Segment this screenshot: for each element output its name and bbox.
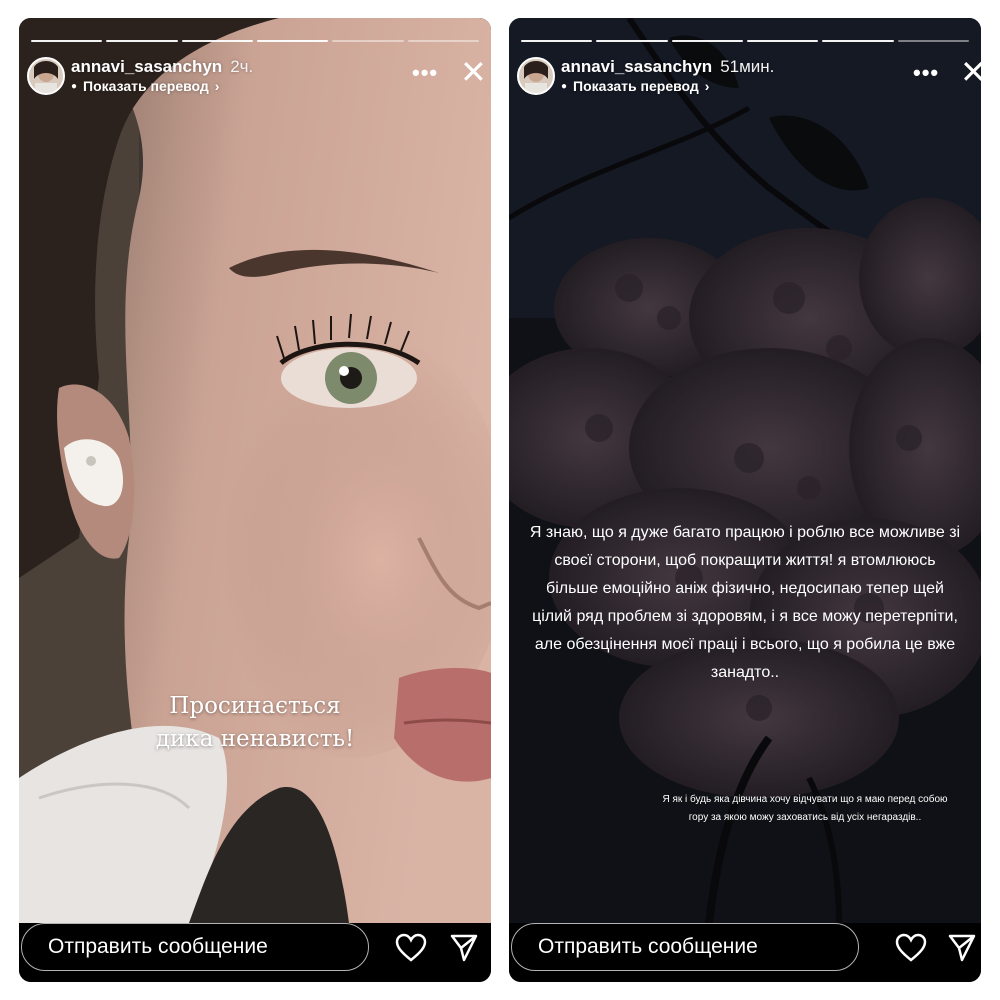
show-translation-label: Показать перевод xyxy=(83,78,209,94)
more-options-icon[interactable]: ••• xyxy=(913,60,939,86)
send-message-input[interactable]: Отправить сообщение xyxy=(511,923,859,971)
progress-segment xyxy=(596,40,668,42)
heart-icon[interactable] xyxy=(895,933,927,968)
progress-segment xyxy=(671,40,743,42)
progress-segment xyxy=(746,40,819,42)
send-icon[interactable] xyxy=(449,933,479,968)
progress-segment xyxy=(897,40,969,42)
more-options-icon[interactable]: ••• xyxy=(412,60,438,86)
close-icon[interactable]: ✕ xyxy=(460,56,487,88)
story-caption-small: Я як і будь яка дівчина хочу відчувати щ… xyxy=(662,794,948,823)
story-photo-lilac-night xyxy=(509,18,981,923)
time-ago: 51мин. xyxy=(720,57,775,76)
heart-icon[interactable] xyxy=(395,933,427,968)
story-header: annavi_sasanchyn 51мин. ● Показать перево… xyxy=(509,56,981,106)
story-progress-bar xyxy=(31,40,479,42)
send-icon[interactable] xyxy=(947,933,977,968)
progress-segment xyxy=(31,40,103,42)
username[interactable]: annavi_sasanchyn 2ч. xyxy=(71,57,253,77)
username[interactable]: annavi_sasanchyn 51мин. xyxy=(561,57,774,77)
story-photo-selfie xyxy=(19,18,491,923)
show-translation-label: Показать перевод xyxy=(573,78,699,94)
story-footer: Отправить сообщение xyxy=(19,923,491,982)
story-card-left[interactable]: annavi_sasanchyn 2ч. ● Показать перевод ›… xyxy=(19,18,491,982)
story-caption: Я знаю, що я дуже багато працюю і роблю … xyxy=(529,524,961,681)
send-message-input[interactable]: Отправить сообщение xyxy=(21,923,369,971)
translate-icon: ● xyxy=(71,80,78,92)
story-header: annavi_sasanchyn 2ч. ● Показать перевод ›… xyxy=(19,56,491,106)
story-progress-bar xyxy=(521,40,969,42)
username-text[interactable]: annavi_sasanchyn xyxy=(561,57,712,76)
show-translation-link[interactable]: ● Показать перевод › xyxy=(561,78,709,94)
progress-segment xyxy=(181,40,253,42)
chevron-right-icon: › xyxy=(214,78,220,94)
avatar[interactable] xyxy=(517,57,555,95)
chevron-right-icon: › xyxy=(704,78,710,94)
translate-icon: ● xyxy=(561,80,568,92)
show-translation-link[interactable]: ● Показать перевод › xyxy=(71,78,219,94)
avatar[interactable] xyxy=(27,57,65,95)
story-caption: Просинається дика ненависть! xyxy=(155,693,355,752)
progress-segment xyxy=(106,40,178,42)
progress-segment xyxy=(332,40,404,42)
story-footer: Отправить сообщение xyxy=(509,923,981,982)
progress-segment xyxy=(822,40,894,42)
story-card-right[interactable]: annavi_sasanchyn 51мин. ● Показать перево… xyxy=(509,18,981,982)
progress-segment xyxy=(521,40,593,42)
progress-segment xyxy=(407,40,479,42)
progress-segment xyxy=(256,40,329,42)
username-text[interactable]: annavi_sasanchyn xyxy=(71,57,222,76)
time-ago: 2ч. xyxy=(230,57,254,76)
close-icon[interactable]: ✕ xyxy=(960,56,981,88)
